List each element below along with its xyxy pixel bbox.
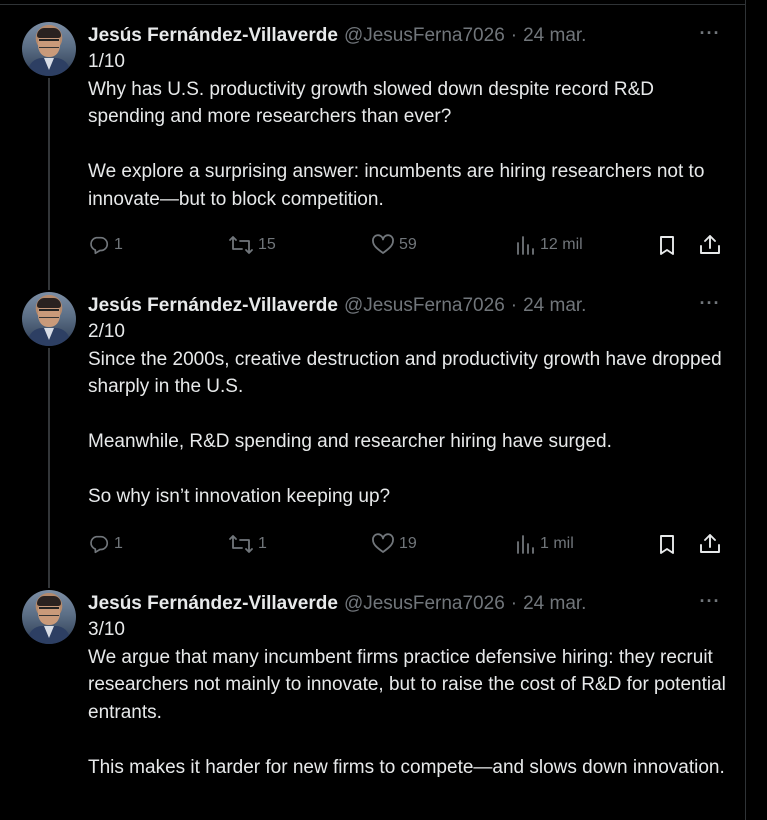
- tweet-text: 2/10 Since the 2000s, creative destructi…: [88, 318, 728, 511]
- tweet[interactable]: Jesús Fernández-Villaverde @JesusFerna70…: [0, 590, 745, 820]
- column-divider: [745, 0, 746, 820]
- share-button[interactable]: [698, 530, 722, 558]
- tweet-date[interactable]: 24 mar.: [523, 22, 586, 50]
- views-icon: [517, 236, 534, 255]
- tweet-header: Jesús Fernández-Villaverde @JesusFerna70…: [88, 292, 586, 320]
- author-handle[interactable]: @JesusFerna7026: [344, 22, 505, 50]
- reply-count: 1: [114, 535, 123, 552]
- tweet-paragraph: Why has U.S. productivity growth slowed …: [88, 78, 655, 128]
- like-count: 19: [399, 535, 417, 552]
- bookmark-icon: [660, 535, 674, 554]
- author-name[interactable]: Jesús Fernández-Villaverde: [88, 22, 338, 50]
- avatar[interactable]: [22, 292, 76, 346]
- separator: ·: [510, 593, 518, 614]
- repost-count: 1: [258, 535, 267, 552]
- bookmark-button[interactable]: [656, 530, 678, 558]
- tweet-date[interactable]: 24 mar.: [523, 590, 586, 618]
- more-icon[interactable]: ···: [698, 590, 722, 618]
- repost-icon: [229, 236, 253, 254]
- reply-button[interactable]: 1: [88, 231, 123, 259]
- bookmark-button[interactable]: [656, 231, 678, 259]
- views-count: 12 mil: [540, 236, 583, 253]
- tweet-paragraph: We argue that many incumbent firms pract…: [88, 646, 726, 723]
- views-button[interactable]: 12 mil: [514, 231, 583, 259]
- reply-icon: [90, 236, 109, 255]
- reply-button[interactable]: 1: [88, 530, 123, 558]
- tweet-paragraph: So why isn’t innovation keeping up?: [88, 486, 391, 507]
- separator: ·: [510, 295, 518, 316]
- separator: ·: [510, 25, 518, 46]
- reply-count: 1: [114, 236, 123, 253]
- tweet-date[interactable]: 24 mar.: [523, 292, 586, 320]
- author-name[interactable]: Jesús Fernández-Villaverde: [88, 590, 338, 618]
- thread-index: 3/10: [88, 619, 125, 640]
- tweet-paragraph: Since the 2000s, creative destruction an…: [88, 348, 722, 398]
- avatar[interactable]: [22, 590, 76, 644]
- heart-icon: [372, 533, 394, 553]
- like-button[interactable]: 19: [371, 530, 417, 558]
- top-divider: [0, 4, 746, 5]
- author-handle[interactable]: @JesusFerna7026: [344, 292, 505, 320]
- repost-button[interactable]: 15: [228, 231, 276, 259]
- tweet-paragraph: Meanwhile, R&D spending and researcher h…: [88, 431, 612, 452]
- tweet-text: 1/10 Why has U.S. productivity growth sl…: [88, 48, 728, 213]
- views-button[interactable]: 1 mil: [514, 530, 574, 558]
- author-handle[interactable]: @JesusFerna7026: [344, 590, 505, 618]
- share-button[interactable]: [698, 231, 722, 259]
- share-icon: [700, 235, 720, 254]
- thread-index: 1/10: [88, 51, 125, 72]
- heart-icon: [372, 234, 394, 254]
- like-count: 59: [399, 236, 417, 253]
- repost-icon: [229, 535, 253, 553]
- more-icon[interactable]: ···: [698, 22, 722, 50]
- action-bar: 1 1 19 1 mil: [88, 530, 728, 558]
- avatar[interactable]: [22, 22, 76, 76]
- tweet-paragraph: We explore a surprising answer: incumben…: [88, 161, 705, 210]
- tweet-header: Jesús Fernández-Villaverde @JesusFerna70…: [88, 22, 586, 50]
- bookmark-icon: [660, 236, 674, 255]
- tweet-text: 3/10 We argue that many incumbent firms …: [88, 616, 728, 781]
- tweet-paragraph: This makes it harder for new firms to co…: [88, 756, 725, 778]
- repost-button[interactable]: 1: [228, 530, 267, 558]
- tweet-header: Jesús Fernández-Villaverde @JesusFerna70…: [88, 590, 586, 618]
- reply-icon: [90, 535, 109, 554]
- more-icon[interactable]: ···: [698, 292, 722, 320]
- repost-count: 15: [258, 236, 276, 253]
- tweet[interactable]: Jesús Fernández-Villaverde @JesusFerna70…: [0, 292, 745, 572]
- views-count: 1 mil: [540, 535, 574, 552]
- share-icon: [700, 534, 720, 553]
- author-name[interactable]: Jesús Fernández-Villaverde: [88, 292, 338, 320]
- views-icon: [517, 535, 534, 554]
- like-button[interactable]: 59: [371, 231, 417, 259]
- tweet[interactable]: Jesús Fernández-Villaverde @JesusFerna70…: [0, 22, 745, 272]
- thread-index: 2/10: [88, 321, 125, 342]
- action-bar: 1 15 59 12 mil: [88, 231, 728, 259]
